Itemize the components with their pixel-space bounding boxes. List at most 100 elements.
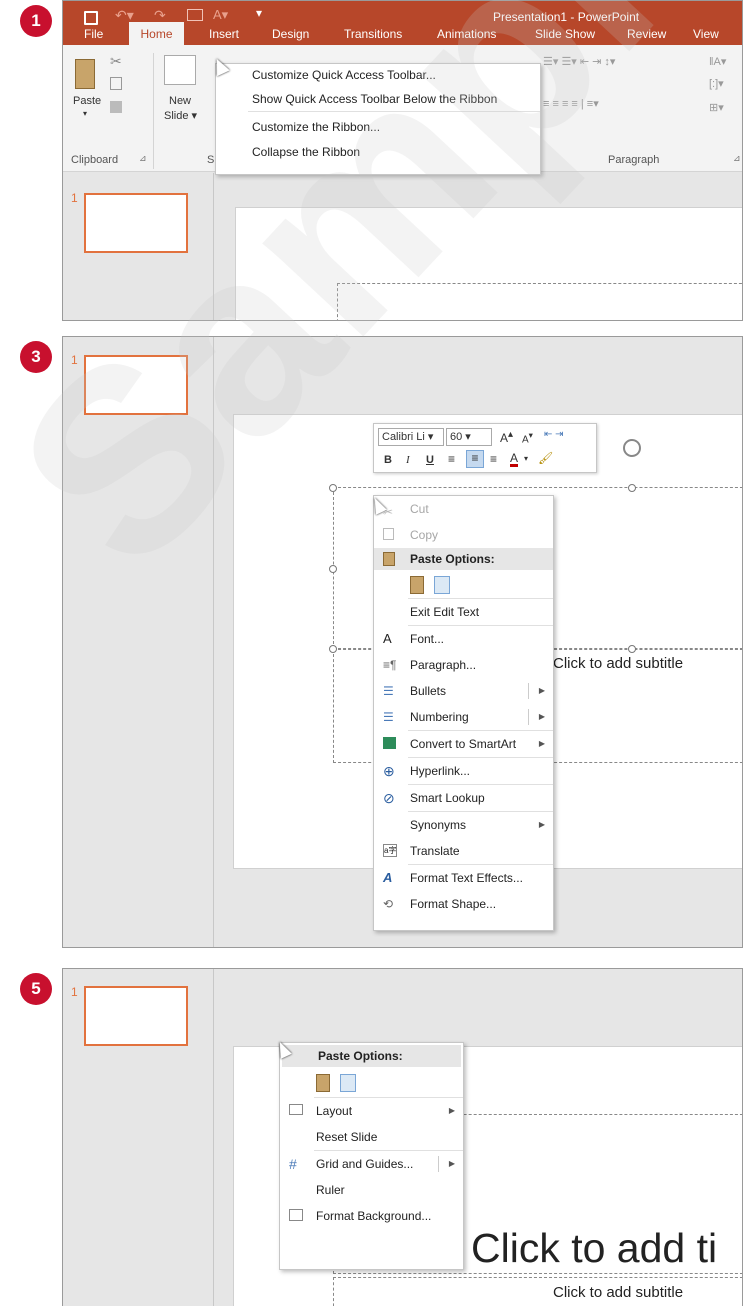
copy-icon[interactable] bbox=[110, 77, 122, 90]
submenu-arrow-icon[interactable]: ▶ bbox=[539, 812, 545, 838]
dialog-launcher-icon[interactable]: ⊿ bbox=[139, 153, 147, 164]
align-text-icon[interactable]: [:]▾ bbox=[709, 77, 724, 90]
paste-icon[interactable] bbox=[75, 59, 95, 89]
tab-animations[interactable]: Animations bbox=[437, 24, 496, 44]
paragraph-dialog-icon[interactable]: ⊿ bbox=[733, 153, 741, 164]
paste-keep-formatting-icon[interactable] bbox=[410, 576, 424, 594]
panel-ribbon-menu: ↶▾ ↷ A▾ ▾ Presentation1 - PowerPoint Fil… bbox=[62, 0, 743, 321]
submenu-arrow-icon[interactable]: ▶ bbox=[539, 678, 545, 704]
bold-button[interactable]: B bbox=[384, 454, 392, 466]
menu-item-collapse-ribbon[interactable]: Collapse the Ribbon bbox=[216, 141, 540, 165]
tab-design[interactable]: Design bbox=[272, 24, 309, 44]
format-shape-icon: ⟲ bbox=[383, 897, 394, 911]
format-background-icon bbox=[289, 1209, 303, 1221]
menu-item-label: Collapse the Ribbon bbox=[252, 145, 361, 159]
qat-customize-icon[interactable]: ▾ bbox=[256, 6, 262, 20]
paste-keep-formatting-icon[interactable] bbox=[316, 1074, 330, 1092]
bullets-ribbon-icon[interactable]: ☰▾ ☰▾ ⇤ ⇥ ↕▾ bbox=[543, 55, 615, 68]
resize-handle[interactable] bbox=[628, 645, 636, 653]
menu-item-label: Convert to SmartArt bbox=[410, 737, 517, 751]
resize-handle[interactable] bbox=[329, 565, 337, 573]
title-placeholder[interactable] bbox=[337, 283, 742, 320]
font-color-qat-icon[interactable]: A▾ bbox=[213, 7, 228, 23]
menu-item-font[interactable]: A Font... bbox=[374, 626, 553, 652]
menu-item-bullets[interactable]: ☰ Bullets ▶ bbox=[374, 678, 553, 704]
paste-picture-icon[interactable] bbox=[434, 576, 450, 594]
menu-item-convert-smartart[interactable]: Convert to SmartArt ▶ bbox=[374, 731, 553, 757]
menu-item-label: Format Text Effects... bbox=[410, 871, 523, 885]
resize-handle[interactable] bbox=[628, 484, 636, 492]
tab-file[interactable]: File bbox=[84, 24, 103, 44]
tab-insert[interactable]: Insert bbox=[209, 24, 239, 44]
tab-review[interactable]: Review bbox=[627, 24, 666, 44]
new-slide-icon[interactable] bbox=[164, 55, 196, 85]
menu-item-translate[interactable]: a字 Translate bbox=[374, 838, 553, 864]
font-size-box[interactable]: 60 ▾ bbox=[446, 428, 492, 446]
menu-item-reset-slide[interactable]: Reset Slide bbox=[280, 1124, 463, 1150]
paste-dropdown-icon[interactable]: ▾ bbox=[83, 109, 87, 118]
menu-item-format-text-effects[interactable]: A Format Text Effects... bbox=[374, 865, 553, 891]
new-slide-label[interactable]: New bbox=[169, 95, 191, 107]
format-painter-icon[interactable]: 🖌 bbox=[538, 451, 553, 465]
submenu-divider bbox=[528, 709, 529, 725]
shrink-font-icon[interactable]: A▾ bbox=[522, 430, 533, 445]
cut-icon[interactable]: ✂ bbox=[110, 53, 122, 70]
menu-item-grid-guides[interactable]: # Grid and Guides... ▶ bbox=[280, 1151, 463, 1177]
menu-item-layout[interactable]: Layout ▶ bbox=[280, 1098, 463, 1124]
tab-slide-show[interactable]: Slide Show bbox=[535, 24, 595, 44]
submenu-arrow-icon[interactable]: ▶ bbox=[539, 731, 545, 757]
submenu-arrow-icon[interactable]: ▶ bbox=[449, 1098, 455, 1124]
align-ribbon-icon[interactable]: ≡ ≡ ≡ ≡ | ≡▾ bbox=[543, 97, 599, 110]
menu-item-synonyms[interactable]: Synonyms ▶ bbox=[374, 812, 553, 838]
menu-item-numbering[interactable]: ☰ Numbering ▶ bbox=[374, 704, 553, 730]
resize-handle[interactable] bbox=[329, 484, 337, 492]
thumbnail-pane bbox=[63, 337, 214, 947]
menu-item-hyperlink[interactable]: ⊕ Hyperlink... bbox=[374, 758, 553, 784]
font-name-value: Calibri Li bbox=[382, 431, 425, 443]
italic-button[interactable]: I bbox=[406, 454, 410, 466]
underline-button[interactable]: U bbox=[426, 454, 434, 466]
save-icon[interactable] bbox=[84, 11, 98, 25]
grow-font-icon[interactable]: A▴ bbox=[500, 429, 513, 445]
menu-item-ruler[interactable]: Ruler bbox=[280, 1177, 463, 1203]
menu-item-smart-lookup[interactable]: ⊘ Smart Lookup bbox=[374, 785, 553, 811]
start-from-beginning-icon[interactable] bbox=[187, 9, 203, 21]
rotate-handle-icon[interactable] bbox=[623, 439, 641, 457]
indent-icons[interactable]: ⇤ ⇥ bbox=[544, 429, 564, 440]
menu-item-label: Format Shape... bbox=[410, 897, 497, 911]
tab-home[interactable]: Home bbox=[129, 22, 184, 45]
slide-thumbnail[interactable] bbox=[84, 193, 188, 253]
submenu-arrow-icon[interactable]: ▶ bbox=[539, 704, 545, 730]
menu-item-label: Bullets bbox=[410, 684, 447, 698]
paste-picture-icon[interactable] bbox=[340, 1074, 356, 1092]
new-slide-dropdown-label[interactable]: Slide ▾ bbox=[164, 109, 197, 122]
text-effects-icon: A bbox=[383, 870, 393, 885]
text-direction-icon[interactable]: ǁA▾ bbox=[709, 55, 726, 68]
slide-thumbnail[interactable] bbox=[84, 986, 188, 1046]
menu-item-label: Format Background... bbox=[316, 1209, 432, 1223]
menu-item-customize-qat[interactable]: Customize Quick Access Toolbar... bbox=[216, 64, 540, 87]
font-color-dropdown-icon[interactable]: ▾ bbox=[524, 454, 528, 463]
menu-item-format-background[interactable]: Format Background... bbox=[280, 1203, 463, 1229]
smartart-ribbon-icon[interactable]: ⊞▾ bbox=[709, 101, 724, 114]
resize-handle[interactable] bbox=[329, 645, 337, 653]
menu-item-customize-ribbon[interactable]: Customize the Ribbon... bbox=[216, 112, 540, 141]
slide-thumbnail[interactable] bbox=[84, 355, 188, 415]
align-center-icon[interactable]: ≡ bbox=[466, 450, 484, 468]
submenu-divider bbox=[528, 683, 529, 699]
format-painter-icon[interactable] bbox=[110, 101, 122, 113]
menu-item-paragraph[interactable]: ≡¶ Paragraph... bbox=[374, 652, 553, 678]
font-name-box[interactable]: Calibri Li ▾ bbox=[378, 428, 444, 446]
font-icon: A bbox=[383, 631, 392, 646]
tab-transitions[interactable]: Transitions bbox=[344, 24, 402, 44]
menu-item-format-shape[interactable]: ⟲ Format Shape... bbox=[374, 891, 553, 917]
paste-button-label[interactable]: Paste bbox=[73, 95, 101, 107]
menu-item-show-qat-below[interactable]: Show Quick Access Toolbar Below the Ribb… bbox=[216, 87, 540, 111]
menu-item-label: Font... bbox=[410, 632, 445, 646]
tab-view[interactable]: View bbox=[693, 24, 719, 44]
submenu-arrow-icon[interactable]: ▶ bbox=[449, 1151, 455, 1177]
menu-item-exit-edit-text[interactable]: Exit Edit Text bbox=[374, 599, 553, 625]
align-left-icon[interactable]: ≡ bbox=[448, 452, 455, 466]
align-right-icon[interactable]: ≡ bbox=[490, 452, 497, 466]
font-color-icon[interactable]: A bbox=[510, 452, 519, 467]
